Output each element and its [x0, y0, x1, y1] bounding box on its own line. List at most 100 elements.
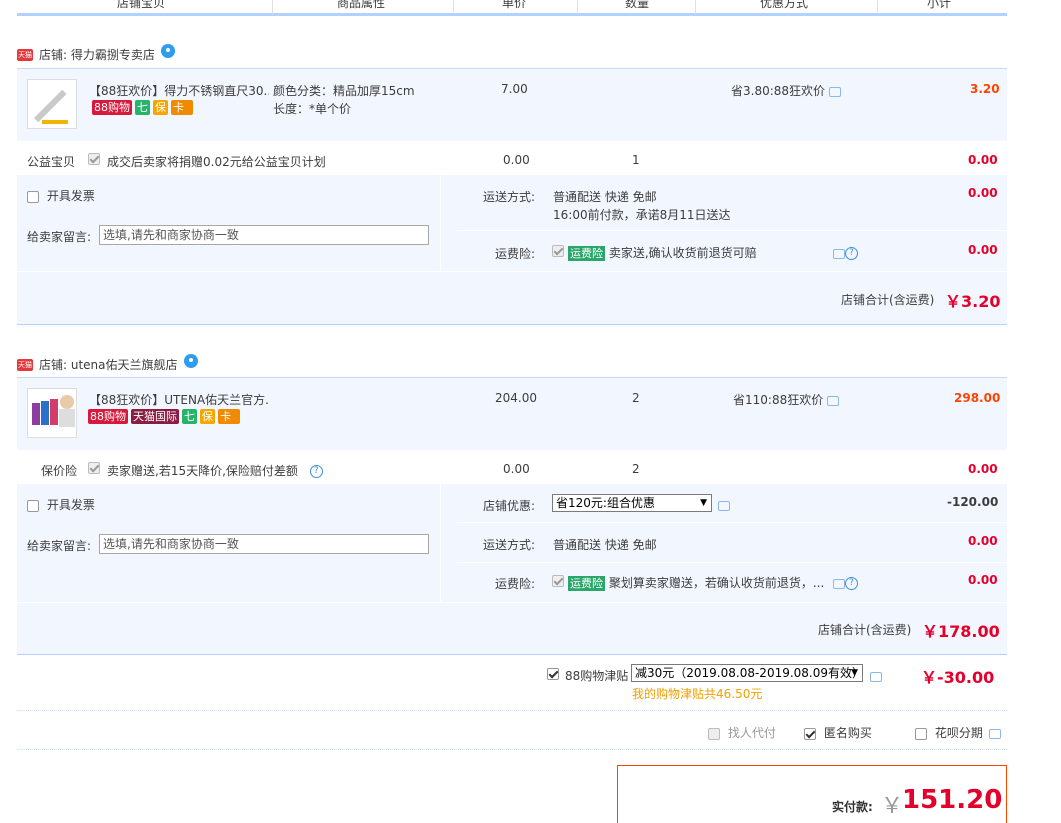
extra-text: 成交后卖家将捐赠0.02元给公益宝贝计划: [107, 155, 326, 169]
proxy-pay-checkbox[interactable]: [708, 727, 720, 740]
huabei-option[interactable]: 花呗分期: [915, 724, 1001, 741]
message-icon[interactable]: [870, 669, 882, 683]
seven-day-return-icon: 七: [135, 100, 150, 115]
anonymous-checkbox[interactable]: [804, 727, 816, 740]
ins-text: 聚划算卖家赠送，若确认收货前退货，...: [608, 576, 825, 590]
chat-icon[interactable]: [160, 43, 175, 58]
ins-checkbox[interactable]: [552, 573, 564, 587]
seller-message-input[interactable]: 选填,请先和商家协商一致: [99, 534, 429, 554]
ins-label: 运费险:: [495, 247, 536, 261]
message-icon[interactable]: [828, 86, 841, 97]
shop-total-label: 店铺合计(含运费): [841, 293, 935, 307]
unit-price: 7.00: [501, 82, 528, 96]
allowance-label: 88购物津贴: [565, 669, 629, 683]
unit-price: 204.00: [495, 391, 537, 405]
currency-symbol: ￥: [881, 794, 904, 819]
extra-price: 0.00: [503, 153, 530, 167]
product-title-link[interactable]: 【88狂欢价】UTENA佑天兰官方...: [89, 391, 269, 408]
discount-text: 省3.80:88狂欢价: [731, 82, 841, 99]
product-thumbnail[interactable]: [27, 79, 77, 129]
chat-icon[interactable]: [183, 353, 198, 368]
product-attr-length: 长度：*单个价: [273, 102, 352, 116]
payment-label: 实付款:: [832, 800, 873, 814]
product-badges: 88购物七保卡: [92, 100, 196, 115]
shipping-amount: 0.00: [968, 186, 998, 200]
col-header-item: 店铺宝贝: [117, 0, 166, 10]
shipping-label: 运送方式:: [483, 190, 536, 204]
extra-subtotal: 0.00: [968, 462, 998, 476]
product-row: 【88狂欢价】UTENA佑天兰官方... 88购物 天猫国际七保卡 204.00 …: [17, 377, 1007, 450]
huabei-checkbox[interactable]: [915, 727, 927, 740]
coupon-amount: -120.00: [947, 495, 999, 509]
ins-icons: ?: [833, 246, 858, 260]
shop-name-link[interactable]: 店铺: 得力霸捌专卖店: [39, 46, 155, 63]
invoice-checkbox-group[interactable]: 开具发票: [27, 496, 95, 513]
table-header: 店铺宝贝 商品属性 单价 数量 优惠方式 小计: [17, 0, 1007, 16]
allowance-note: 我的购物津贴共46.50元: [632, 687, 763, 701]
extra-qty: 1: [632, 153, 640, 167]
message-icon[interactable]: [833, 248, 845, 259]
shop-total: ￥3.20: [945, 292, 1001, 311]
shop-options-block: 开具发票 给卖家留言: 选填,请先和商家协商一致 运送方式: 普通配送 快递 免…: [17, 175, 1007, 325]
extra-checkbox[interactable]: [88, 151, 100, 165]
extra-label: 保价险: [41, 464, 78, 478]
invoice-label: 开具发票: [46, 498, 95, 512]
help-icon[interactable]: ?: [309, 465, 323, 478]
shop-total: ￥178.00: [922, 622, 1000, 641]
shop-header: 天猫 店铺: 得力霸捌专卖店: [17, 43, 175, 63]
extra-price: 0.00: [503, 462, 530, 476]
message-label: 给卖家留言:: [27, 539, 92, 553]
credit-card-icon: 卡: [171, 100, 193, 115]
message-icon[interactable]: [718, 498, 730, 512]
ins-icons: ?: [833, 576, 858, 590]
ins-amount: 0.00: [968, 243, 998, 257]
ins-checkbox[interactable]: [552, 243, 564, 257]
tmall-global-badge: 天猫国际: [131, 409, 179, 424]
proxy-pay-option[interactable]: 找人代付: [708, 724, 776, 741]
message-icon[interactable]: [988, 728, 1001, 739]
product-badges: 88购物 天猫国际七保卡: [88, 409, 243, 424]
allowance-checkbox[interactable]: [547, 666, 559, 680]
invoice-checkbox-group[interactable]: 开具发票: [27, 187, 95, 204]
proxy-pay-label: 找人代付: [727, 726, 776, 740]
invoice-label: 开具发票: [46, 189, 95, 203]
extra-text: 卖家赠送,若15天降价,保险赔付差额 ?: [107, 462, 323, 479]
allowance-amount: ￥-30.00: [921, 668, 995, 687]
shipping-label: 运送方式:: [483, 538, 536, 552]
seven-day-return-icon: 七: [182, 409, 197, 424]
item-subtotal: 3.20: [970, 82, 1000, 96]
shipping-amount: 0.00: [968, 534, 998, 548]
quantity[interactable]: 2: [632, 391, 640, 405]
product-title-link[interactable]: 【88狂欢价】得力不锈钢直尺30...: [89, 82, 269, 99]
ins-text-group: 运费险 卖家送,确认收货前退货可赔: [568, 244, 757, 261]
coupon-label: 店铺优惠:: [483, 499, 536, 513]
invoice-checkbox[interactable]: [27, 499, 39, 512]
shipping-method: 普通配送 快递 免邮: [553, 190, 657, 204]
88-badge: 88购物: [88, 409, 128, 424]
col-header-subtotal: 小计: [927, 0, 952, 10]
88-badge: 88购物: [92, 100, 132, 115]
help-icon[interactable]: ?: [845, 247, 858, 260]
item-subtotal: 298.00: [954, 391, 1001, 405]
message-icon[interactable]: [833, 578, 845, 589]
message-icon[interactable]: [827, 395, 840, 406]
allowance-select[interactable]: 减30元（2019.08.08-2019.08.09有效） ▼: [631, 664, 864, 682]
anonymous-option[interactable]: 匿名购买: [804, 724, 872, 741]
help-icon[interactable]: ?: [845, 577, 858, 590]
huabei-label: 花呗分期: [934, 726, 983, 740]
shop-header: 天猫 店铺: utena佑天兰旗舰店: [17, 353, 198, 373]
extra-label: 公益宝贝: [27, 155, 76, 169]
payment-amount: 151.20: [902, 785, 1003, 815]
product-thumbnail[interactable]: [27, 388, 77, 438]
ins-tag: 运费险: [568, 576, 605, 591]
col-header-qty: 数量: [625, 0, 650, 10]
message-label: 给卖家留言:: [27, 230, 92, 244]
invoice-checkbox[interactable]: [27, 190, 39, 203]
shop-coupon-select[interactable]: 省120元:组合优惠 ▼: [552, 494, 712, 512]
extra-checkbox[interactable]: [88, 460, 100, 474]
shop-name-link[interactable]: 店铺: utena佑天兰旗舰店: [39, 356, 178, 373]
credit-card-icon: 卡: [218, 409, 240, 424]
shop-options-block: 开具发票 给卖家留言: 选填,请先和商家协商一致 店铺优惠: 省120元:组合优…: [17, 484, 1007, 655]
guarantee-icon: 保: [200, 409, 215, 424]
seller-message-input[interactable]: 选填,请先和商家协商一致: [99, 225, 429, 245]
